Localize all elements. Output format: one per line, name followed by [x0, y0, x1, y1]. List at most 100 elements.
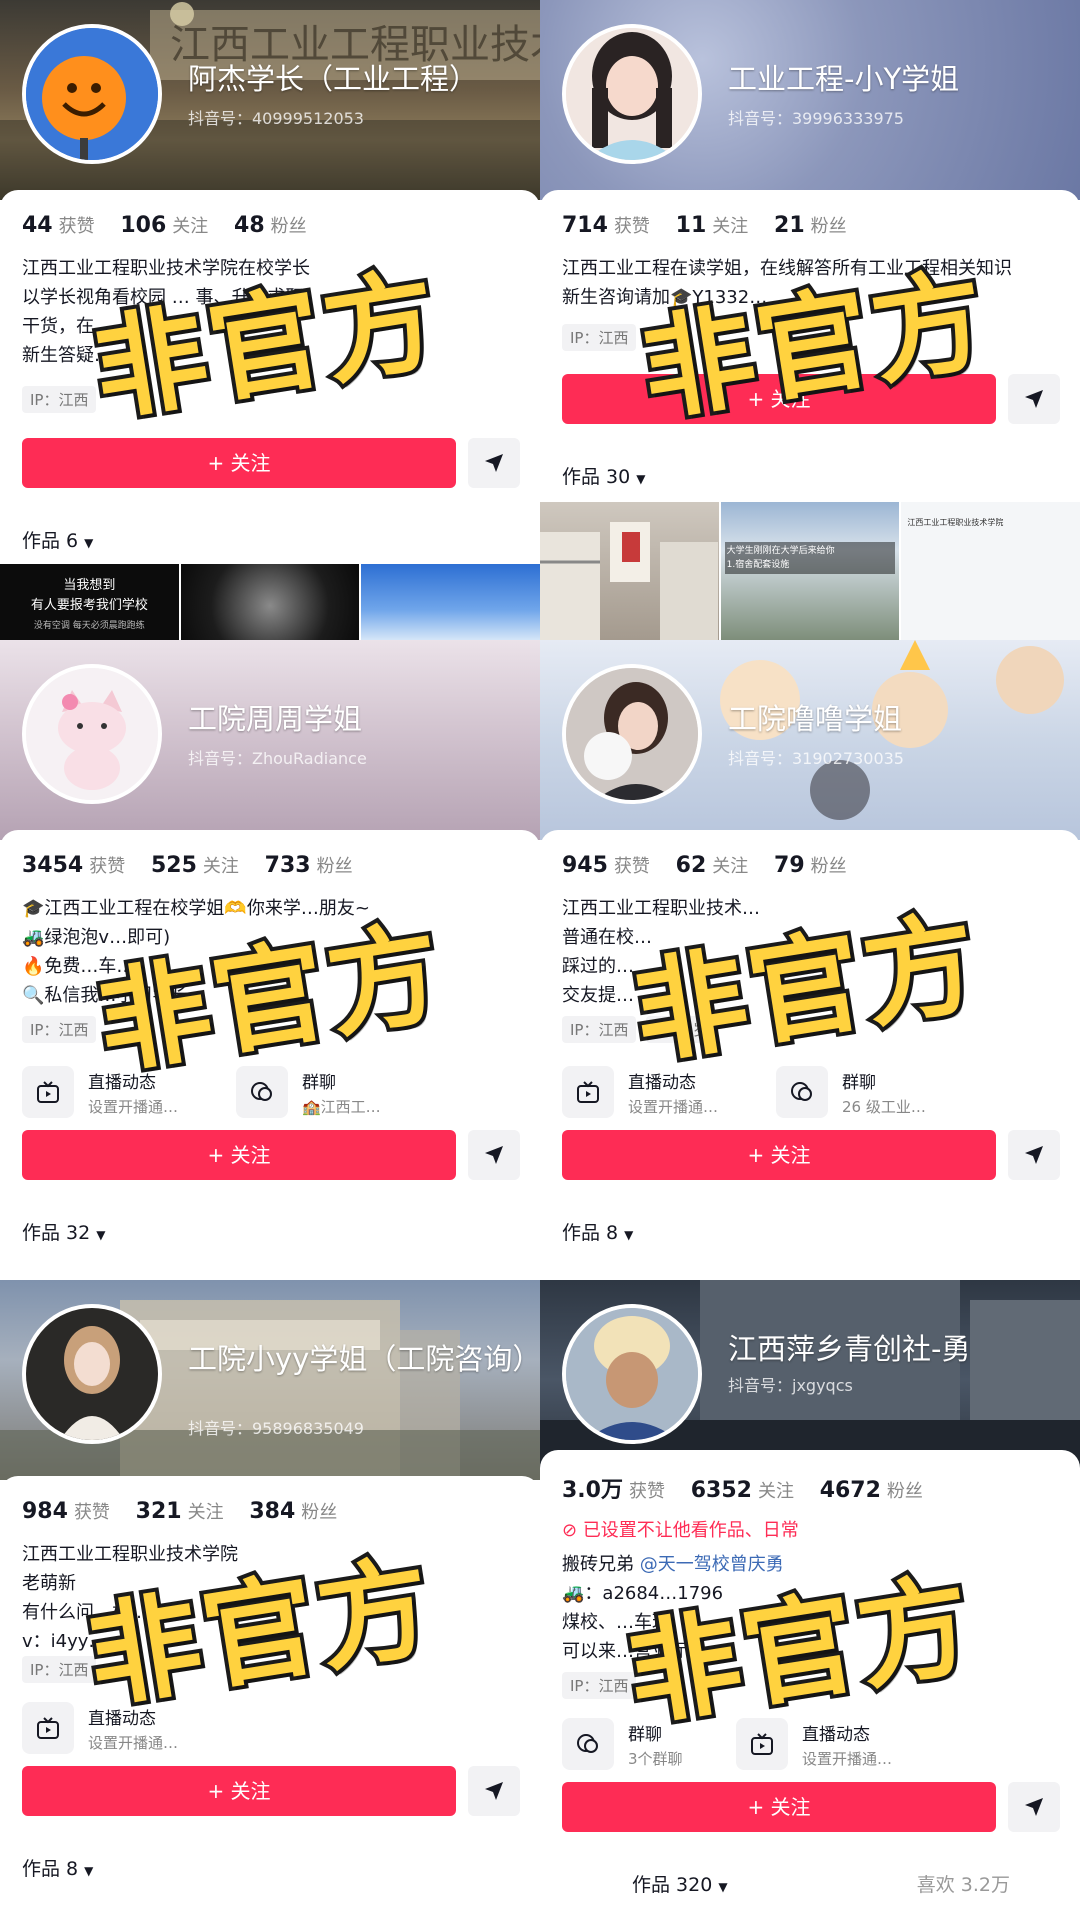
- following-label[interactable]: 关注: [203, 856, 239, 877]
- profile-bio: 江西工业工程职业技术学院 老萌新 有什么问…校…！ v：i4yy…: [22, 1544, 238, 1652]
- following-label[interactable]: 关注: [712, 216, 748, 237]
- share-button[interactable]: [1008, 374, 1060, 424]
- caret-down-icon: ▼: [84, 1864, 94, 1878]
- fans-label[interactable]: 粉丝: [811, 856, 847, 877]
- portrait-photo: [26, 1308, 158, 1440]
- works-tab[interactable]: 作品 30 ▼: [562, 462, 645, 489]
- fans-count[interactable]: 733: [265, 853, 311, 878]
- fans-label[interactable]: 粉丝: [301, 1502, 337, 1523]
- work-thumbnail[interactable]: [540, 502, 719, 640]
- following-count[interactable]: 321: [136, 1499, 182, 1524]
- following-label[interactable]: 关注: [172, 216, 208, 237]
- works-tab[interactable]: 作品 6 ▼: [22, 526, 93, 553]
- following-count[interactable]: 106: [120, 213, 166, 238]
- fans-label[interactable]: 粉丝: [887, 1481, 923, 1502]
- profile-header: 工业工程-小Y学姐 抖音号：39996333975: [540, 0, 1080, 200]
- bio-rest: 🚜：a2684…1796 煤校、…车理 可以来…营业厅: [562, 1583, 724, 1662]
- avatar[interactable]: [22, 1304, 162, 1444]
- douyin-id[interactable]: 抖音号：95896835049: [188, 1415, 364, 1439]
- profile-card: 984 获赞 321 关注 384 粉丝 江西工业工程职业技术学院 老萌新 有什么问……: [0, 1476, 540, 1920]
- fans-label[interactable]: 粉丝: [811, 216, 847, 237]
- bio-prefix: 搬砖兄弟: [562, 1554, 640, 1575]
- following-count[interactable]: 525: [151, 853, 197, 878]
- share-button[interactable]: [468, 1130, 520, 1180]
- blocked-notice[interactable]: ⊘ 已设置不让他看作品、日常: [562, 1516, 799, 1542]
- thumb-caption-2: 1.宿舍配套设施: [726, 560, 790, 570]
- share-button[interactable]: [468, 438, 520, 488]
- douyin-id[interactable]: 抖音号：ZhouRadiance: [188, 745, 367, 769]
- follow-button[interactable]: + 关注: [22, 1766, 456, 1816]
- works-tab[interactable]: 作品 8 ▼: [22, 1854, 93, 1881]
- following-label[interactable]: 关注: [712, 856, 748, 877]
- fans-count[interactable]: 21: [774, 213, 805, 238]
- ip-badge: IP：江西: [22, 1656, 97, 1683]
- portrait-photo: [566, 1308, 698, 1440]
- dorm-photo: [540, 522, 718, 640]
- follow-button[interactable]: + 关注: [562, 1782, 996, 1832]
- works-label: 作品 6: [22, 530, 79, 552]
- feature-title: 直播动态: [628, 1073, 696, 1093]
- live-feature[interactable]: 直播动态 设置开播通…: [22, 1702, 222, 1758]
- following-count[interactable]: 11: [676, 213, 707, 238]
- works-tab[interactable]: 作品 8 ▼: [562, 1218, 633, 1245]
- douyin-id[interactable]: 抖音号：31902730035: [728, 745, 904, 769]
- profile-bio: 江西工业工程职业技术学院在校学长 以学长视角看校园 … 事、升学求职 干货，在……: [22, 258, 310, 366]
- following-count[interactable]: 62: [676, 853, 707, 878]
- profile-stats: 3454 获赞 525 关注 733 粉丝: [22, 852, 353, 878]
- works-tab[interactable]: 作品 320 ▼: [632, 1870, 728, 1897]
- work-thumbnail[interactable]: [180, 564, 360, 640]
- work-thumbnail[interactable]: 大学生刚刚在大学后来给你 1.宿舍配套设施: [720, 502, 900, 640]
- avatar[interactable]: [562, 1304, 702, 1444]
- fans-count[interactable]: 79: [774, 853, 805, 878]
- share-button[interactable]: [1008, 1130, 1060, 1180]
- eye-off-icon: ⊘: [562, 1520, 583, 1541]
- fans-count[interactable]: 384: [249, 1499, 295, 1524]
- liked-tab[interactable]: 喜欢 3.2万: [917, 1870, 1010, 1897]
- live-feature[interactable]: 直播动态 设置开播通…: [562, 1066, 762, 1122]
- following-label[interactable]: 关注: [188, 1502, 224, 1523]
- group-chat-feature[interactable]: 群聊 3个群聊: [562, 1718, 762, 1774]
- avatar[interactable]: [22, 664, 162, 804]
- works-tab[interactable]: 作品 32 ▼: [22, 1218, 105, 1245]
- share-button[interactable]: [1008, 1782, 1060, 1832]
- smiley-icon: [26, 28, 158, 160]
- profile-card: 44 获赞 106 关注 48 粉丝 江西工业工程职业技术学院在校学长 以学长视角看校…: [0, 190, 540, 640]
- profile-header: 工院小yy学姐（工院咨询） 抖音号：95896835049: [0, 1280, 540, 1480]
- avatar[interactable]: [562, 24, 702, 164]
- douyin-id[interactable]: 抖音号：39996333975: [728, 105, 904, 129]
- following-count[interactable]: 6352: [691, 1478, 752, 1503]
- follow-button[interactable]: + 关注: [562, 1130, 996, 1180]
- profile-name: 工业工程-小Y学姐: [728, 62, 960, 96]
- group-chat-feature[interactable]: 群聊 🏫江西工…: [236, 1066, 436, 1122]
- fans-count[interactable]: 48: [234, 213, 265, 238]
- fans-count[interactable]: 4672: [820, 1478, 881, 1503]
- feature-subtitle: 3个群聊: [628, 1750, 683, 1768]
- follow-button[interactable]: + 关注: [22, 1130, 456, 1180]
- group-chat-feature[interactable]: 群聊 26 级工业…: [776, 1066, 976, 1122]
- work-thumbnail[interactable]: 当我想到 有人要报考我们学校 没有空调 每天必须晨跑跑练: [0, 564, 179, 640]
- follow-button[interactable]: + 关注: [22, 438, 456, 488]
- profile-name: 工院周周学姐: [188, 702, 363, 736]
- mention-link[interactable]: @天一驾校曾庆勇: [640, 1554, 784, 1575]
- follow-button[interactable]: + 关注: [562, 374, 996, 424]
- live-feature[interactable]: 直播动态 设置开播通…: [736, 1718, 936, 1774]
- profile-card: 945 获赞 62 关注 79 粉丝 江西工业工程职业技术… 普通在校… 踩过的… 交…: [540, 830, 1080, 1280]
- chat-icon: [562, 1718, 614, 1770]
- feature-title: 直播动态: [88, 1709, 156, 1729]
- send-icon: [485, 454, 503, 472]
- caret-down-icon: ▼: [84, 536, 94, 550]
- work-thumbnail[interactable]: [361, 564, 540, 640]
- fans-label[interactable]: 粉丝: [317, 856, 353, 877]
- douyin-id[interactable]: 抖音号：40999512053: [188, 105, 364, 129]
- avatar[interactable]: [22, 24, 162, 164]
- likes-count: 44: [22, 213, 53, 238]
- work-thumbnail[interactable]: 江西工业工程职业技术学院: [901, 502, 1080, 640]
- ip-badge: IP：江西: [562, 324, 637, 351]
- thumb-caption-1: 当我想到: [63, 578, 116, 593]
- douyin-id[interactable]: 抖音号：jxgyqcs: [728, 1372, 853, 1396]
- live-feature[interactable]: 直播动态 设置开播通…: [22, 1066, 222, 1122]
- following-label[interactable]: 关注: [758, 1481, 794, 1502]
- avatar[interactable]: [562, 664, 702, 804]
- fans-label[interactable]: 粉丝: [271, 216, 307, 237]
- share-button[interactable]: [468, 1766, 520, 1816]
